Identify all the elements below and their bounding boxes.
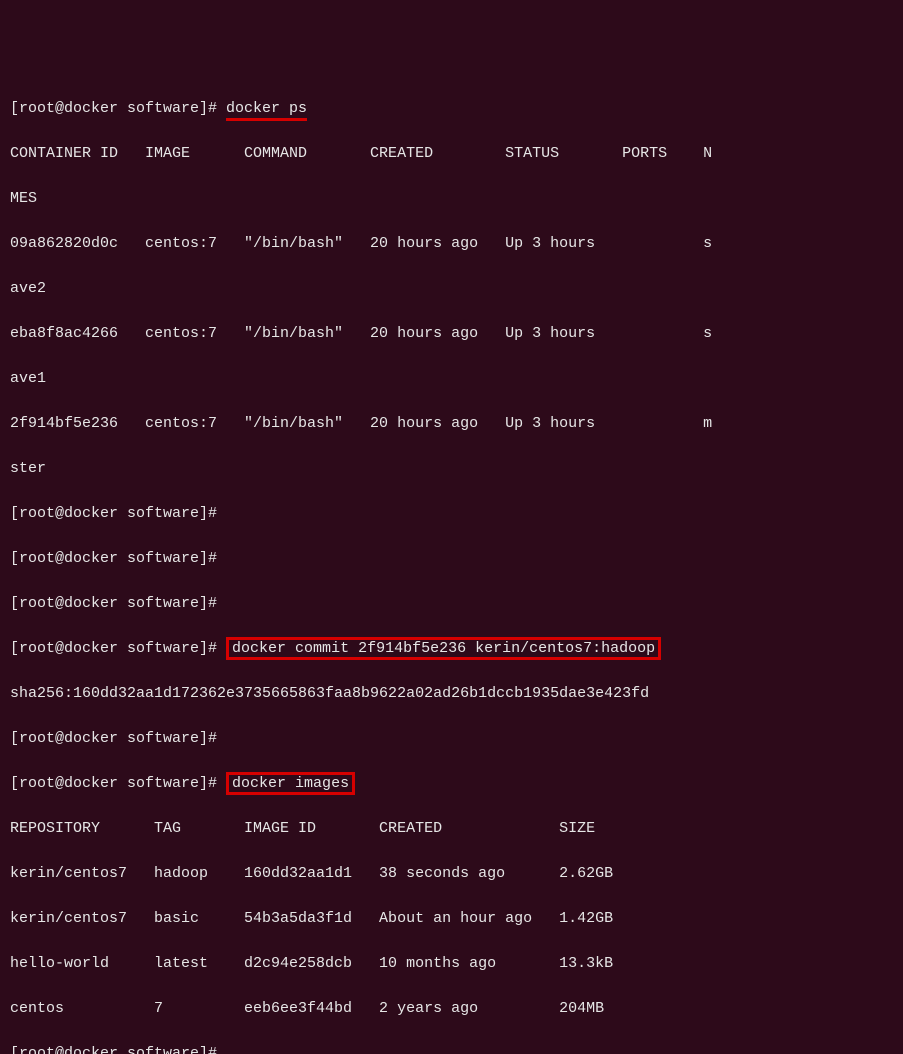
commit-line: [root@docker software]# docker commit 2f… [10, 638, 893, 661]
cmd-docker-images: docker images [226, 772, 355, 795]
images-line: [root@docker software]# docker images [10, 773, 893, 796]
empty-prompt-4: [root@docker software]# [10, 728, 893, 751]
prompt-line-1: [root@docker software]# docker ps [10, 98, 893, 121]
img-row-3: hello-world latest d2c94e258dcb 10 month… [10, 953, 893, 976]
img-row-1: kerin/centos7 hadoop 160dd32aa1d1 38 sec… [10, 863, 893, 886]
empty-prompt-2: [root@docker software]# [10, 548, 893, 571]
ps-row-2b: ave1 [10, 368, 893, 391]
cmd-docker-ps: docker ps [226, 100, 307, 121]
ps-row-3b: ster [10, 458, 893, 481]
ps-row-2a: eba8f8ac4266 centos:7 "/bin/bash" 20 hou… [10, 323, 893, 346]
prompt: [root@docker software]# [10, 640, 226, 657]
empty-prompt-3: [root@docker software]# [10, 593, 893, 616]
empty-prompt-1: [root@docker software]# [10, 503, 893, 526]
prompt: [root@docker software]# [10, 100, 226, 117]
img-row-4: centos 7 eeb6ee3f44bd 2 years ago 204MB [10, 998, 893, 1021]
ps-row-3a: 2f914bf5e236 centos:7 "/bin/bash" 20 hou… [10, 413, 893, 436]
cmd-docker-commit: docker commit 2f914bf5e236 kerin/centos7… [226, 637, 661, 660]
sha-output: sha256:160dd32aa1d172362e3735665863faa8b… [10, 683, 893, 706]
ps-header-2: MES [10, 188, 893, 211]
img-row-2: kerin/centos7 basic 54b3a5da3f1d About a… [10, 908, 893, 931]
empty-prompt-5: [root@docker software]# [10, 1043, 893, 1054]
ps-header-1: CONTAINER ID IMAGE COMMAND CREATED STATU… [10, 143, 893, 166]
ps-row-1b: ave2 [10, 278, 893, 301]
ps-row-1a: 09a862820d0c centos:7 "/bin/bash" 20 hou… [10, 233, 893, 256]
prompt: [root@docker software]# [10, 775, 226, 792]
images-header: REPOSITORY TAG IMAGE ID CREATED SIZE [10, 818, 893, 841]
